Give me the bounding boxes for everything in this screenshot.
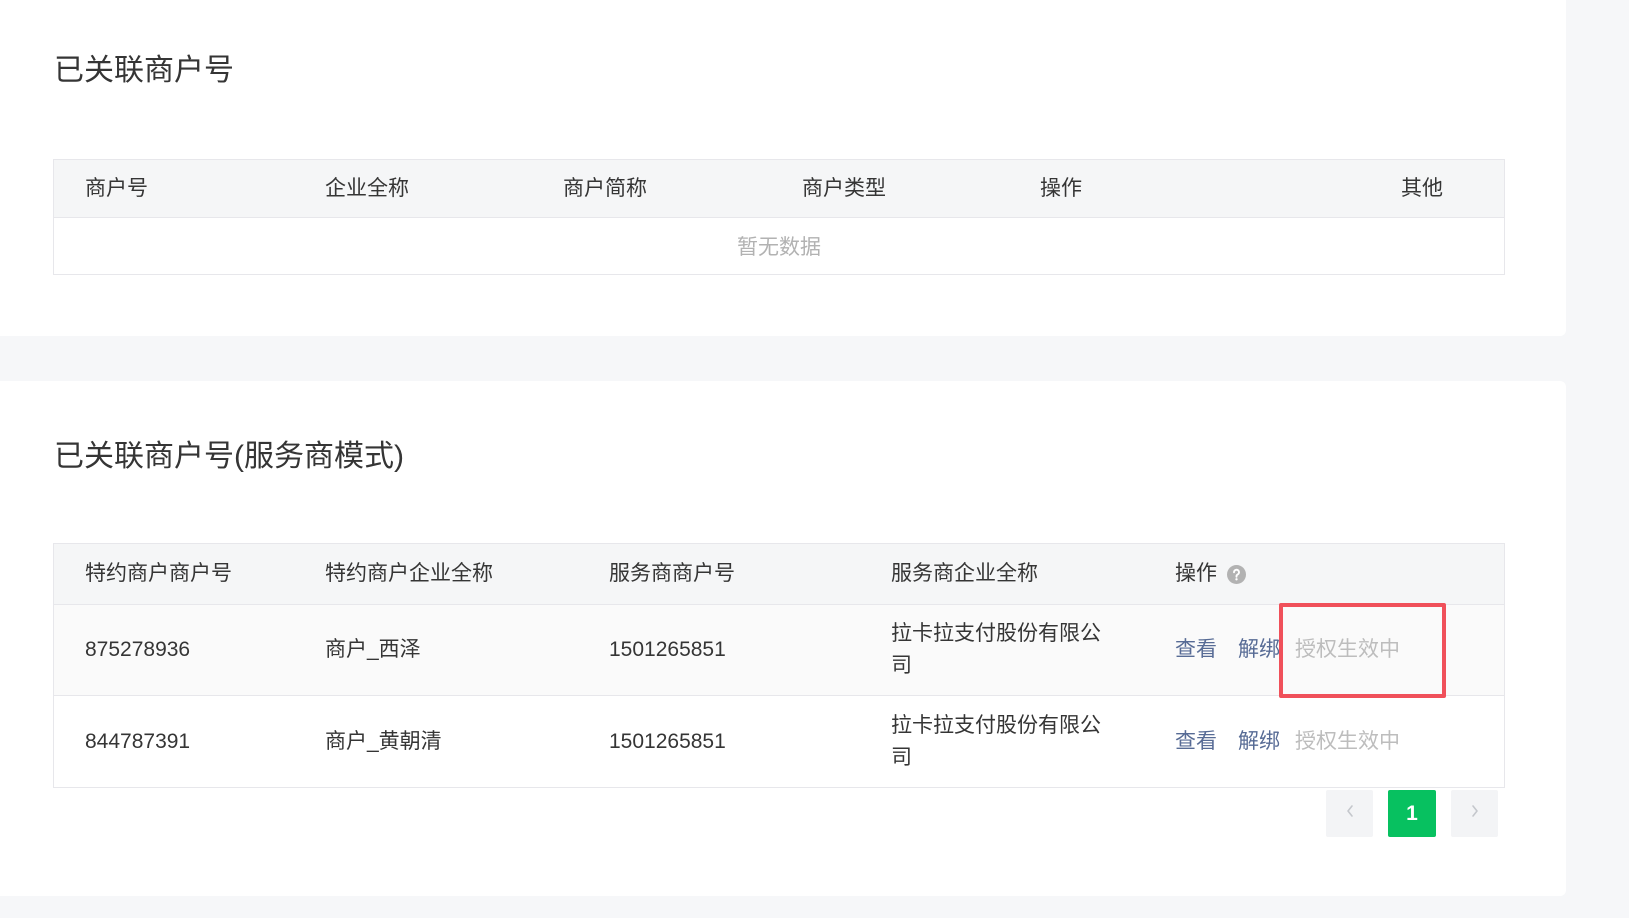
- linked-merchants-table-header: 商户号 企业全称 商户简称 商户类型 操作 其他: [54, 160, 1504, 218]
- empty-row: 暂无数据: [54, 218, 1504, 274]
- question-circle-icon[interactable]: [1227, 564, 1246, 584]
- service-provider-merchants-table: 特约商户商户号 特约商户企业全称 服务商商户号 服务商企业全称 操作 87527…: [53, 543, 1505, 788]
- view-link[interactable]: 查看: [1175, 726, 1217, 758]
- sp-company-cell: 拉卡拉支付股份有限公司: [891, 713, 1101, 769]
- column-header-operation: 操作: [1040, 176, 1082, 200]
- actions-cell: 查看 解绑 授权生效中: [1175, 726, 1400, 758]
- table-row: 844787391 商户_黄朝清 1501265851 拉卡拉支付股份有限公司 …: [54, 696, 1504, 787]
- service-provider-merchants-title: 已关联商户号(服务商模式): [54, 440, 404, 473]
- prev-page-button[interactable]: [1326, 790, 1373, 837]
- service-provider-table-header: 特约商户商户号 特约商户企业全称 服务商商户号 服务商企业全称 操作: [54, 544, 1504, 605]
- column-header-sp-merchant-id: 服务商商户号: [609, 562, 735, 585]
- view-link[interactable]: 查看: [1175, 634, 1217, 666]
- page-1-button[interactable]: 1: [1388, 790, 1436, 837]
- sp-merchant-id-cell: 1501265851: [609, 638, 726, 661]
- linked-merchants-title: 已关联商户号: [54, 54, 234, 87]
- linked-merchants-table: 商户号 企业全称 商户简称 商户类型 操作 其他 暂无数据: [53, 159, 1505, 275]
- column-header-merchant-short-name: 商户简称: [563, 176, 647, 200]
- empty-state-text: 暂无数据: [737, 236, 821, 259]
- column-header-sub-merchant-company: 特约商户企业全称: [325, 562, 493, 585]
- sub-merchant-company-cell: 商户_西泽: [325, 638, 421, 661]
- linked-merchants-panel: 已关联商户号 商户号 企业全称 商户简称 商户类型 操作 其他 暂无数据: [0, 0, 1566, 336]
- sp-merchant-id-cell: 1501265851: [609, 729, 726, 753]
- chevron-right-icon: [1470, 803, 1480, 824]
- sp-company-cell: 拉卡拉支付股份有限公司: [891, 622, 1101, 677]
- unbind-link[interactable]: 解绑: [1238, 634, 1280, 666]
- table-row: 875278936 商户_西泽 1501265851 拉卡拉支付股份有限公司 查…: [54, 605, 1504, 696]
- actions-cell: 查看 解绑 授权生效中: [1175, 634, 1400, 666]
- column-header-merchant-id: 商户号: [85, 176, 148, 200]
- column-header-merchant-type: 商户类型: [802, 176, 886, 200]
- service-provider-merchants-panel: 已关联商户号(服务商模式) 特约商户商户号 特约商户企业全称 服务商商户号 服务…: [0, 381, 1566, 896]
- column-header-operation: 操作: [1175, 562, 1217, 585]
- column-header-operation-group: 操作: [1175, 558, 1246, 590]
- next-page-button[interactable]: [1451, 790, 1498, 837]
- column-header-company-name: 企业全称: [325, 176, 409, 200]
- column-header-sub-merchant-id: 特约商户商户号: [85, 562, 232, 585]
- authorization-status-text: 授权生效中: [1295, 729, 1400, 753]
- unbind-link[interactable]: 解绑: [1238, 726, 1280, 758]
- sub-merchant-id-cell: 875278936: [85, 638, 191, 661]
- authorization-status-text: 授权生效中: [1295, 638, 1400, 661]
- column-header-sp-company: 服务商企业全称: [891, 562, 1038, 585]
- chevron-left-icon: [1345, 803, 1355, 824]
- sub-merchant-company-cell: 商户_黄朝清: [325, 729, 442, 753]
- sub-merchant-id-cell: 844787391: [85, 729, 191, 753]
- column-header-other: 其他: [1401, 176, 1443, 200]
